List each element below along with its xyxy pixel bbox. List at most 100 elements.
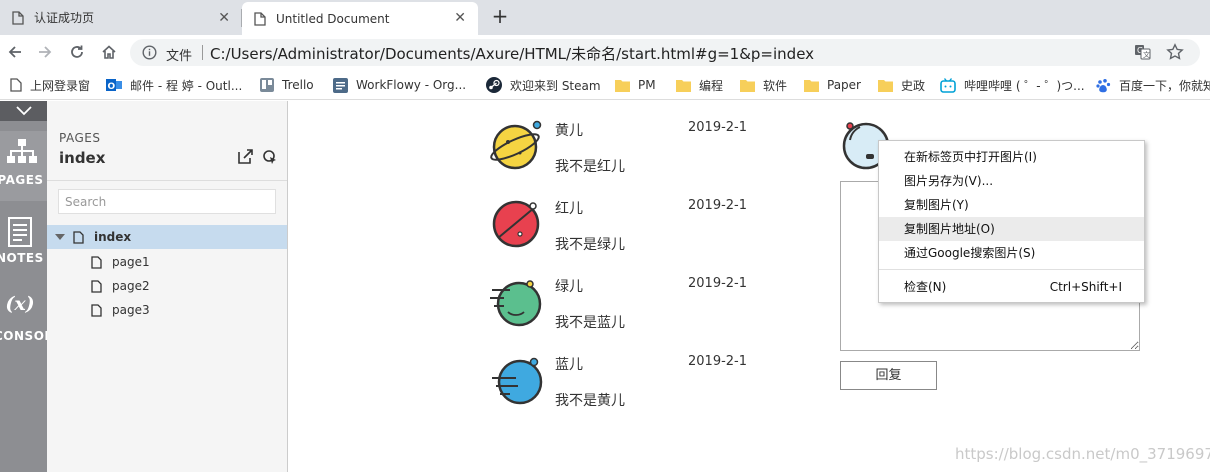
star-icon[interactable] <box>1166 43 1184 61</box>
menu-item-copy-image[interactable]: 复制图片(Y) <box>879 193 1144 217</box>
message-item: 黄儿 2019-2-1 我不是红儿 <box>490 120 790 190</box>
home-icon <box>102 45 116 59</box>
bookmark-label: WorkFlowy - Org... <box>356 78 467 92</box>
bookmark-item[interactable]: PM <box>615 76 656 94</box>
bookmark-item[interactable]: O 邮件 - 程 婷 - Outl... <box>106 76 242 94</box>
rail-label: NOTES <box>0 251 44 265</box>
bookmark-item[interactable]: WorkFlowy - Org... <box>333 76 466 94</box>
bookmark-label: 哔哩哔哩 ( ゜- ゜)つ... <box>964 78 1085 93</box>
page-icon <box>12 10 24 25</box>
folder-icon <box>804 79 819 92</box>
message-author: 蓝儿 <box>555 357 583 373</box>
bookmark-item[interactable]: 编程 <box>676 76 723 94</box>
folder-icon <box>740 79 755 92</box>
caret-down-icon[interactable] <box>55 233 65 241</box>
divider <box>202 45 203 60</box>
menu-item-open-image-new-tab[interactable]: 在新标签页中打开图片(I) <box>879 145 1144 169</box>
menu-item-shortcut: Ctrl+Shift+I <box>1049 280 1122 294</box>
collapse-sidebar-button[interactable] <box>0 101 47 121</box>
locate-icon[interactable] <box>262 149 278 165</box>
blue-planet-icon <box>492 357 543 405</box>
reload-button[interactable] <box>66 41 88 63</box>
notes-icon <box>8 217 32 247</box>
new-tab-button[interactable]: + <box>488 5 512 29</box>
info-icon[interactable] <box>142 45 157 60</box>
current-page-title: index <box>59 149 106 167</box>
message-item: 红儿 2019-2-1 我不是绿儿 <box>490 198 790 268</box>
context-menu: 在新标签页中打开图片(I) 图片另存为(V)... 复制图片(Y) 复制图片地址… <box>878 140 1145 303</box>
message-date: 2019-2-1 <box>688 354 748 369</box>
bookmark-item[interactable]: 百度一下，你就知 <box>1096 76 1210 94</box>
bookmark-label: 百度一下，你就知 <box>1119 78 1210 93</box>
export-icon[interactable] <box>238 149 253 164</box>
tree-item-index[interactable]: index <box>47 225 287 249</box>
workflowy-icon <box>333 77 348 93</box>
svg-text:O: O <box>108 82 116 92</box>
message-author: 绿儿 <box>555 279 583 295</box>
message-date: 2019-2-1 <box>688 120 748 135</box>
tree-label: page3 <box>112 303 150 317</box>
bookmark-item[interactable]: 史政 <box>878 76 925 94</box>
bookmark-item[interactable]: Trello <box>260 76 314 94</box>
bookmark-item[interactable]: 哔哩哔哩 ( ゜- ゜)つ... <box>940 76 1085 94</box>
message-author: 黄儿 <box>555 123 583 139</box>
message-text: 我不是蓝儿 <box>555 315 625 331</box>
rail-notes-button[interactable]: NOTES <box>0 213 47 273</box>
tab-auth-success[interactable]: 认证成功页 ✕ <box>0 0 242 35</box>
reload-icon <box>71 45 83 58</box>
tab-strip: 认证成功页 ✕ Untitled Document ✕ + <box>0 0 1210 35</box>
yellow-planet-icon <box>490 120 542 170</box>
rail-label: PAGES <box>0 173 44 187</box>
rail-console-button[interactable]: (x) CONSOLE <box>0 293 61 353</box>
outlook-icon: O <box>106 79 122 92</box>
home-button[interactable] <box>98 41 120 63</box>
arrow-right-icon <box>39 46 52 58</box>
back-button[interactable] <box>4 41 26 63</box>
message-author: 红儿 <box>555 201 583 217</box>
menu-item-label: 检查(N) <box>904 280 947 294</box>
menu-item-save-image-as[interactable]: 图片另存为(V)... <box>879 169 1144 193</box>
close-icon[interactable]: ✕ <box>454 10 466 26</box>
bookmark-item[interactable]: 欢迎来到 Steam <box>486 76 601 94</box>
divider <box>47 180 287 181</box>
tab-title: Untitled Document <box>276 11 390 26</box>
bookmark-label: PM <box>638 78 656 92</box>
tree-label: index <box>94 230 132 244</box>
chevron-down-icon <box>15 106 32 116</box>
close-icon[interactable]: ✕ <box>218 10 230 26</box>
tab-untitled-document[interactable]: Untitled Document ✕ <box>242 2 478 35</box>
tree-item-page2[interactable]: page2 <box>91 279 150 293</box>
bookmark-item[interactable]: Paper <box>804 76 861 94</box>
url-text[interactable]: C:/Users/Administrator/Documents/Axure/H… <box>210 43 814 64</box>
bookmark-label: 邮件 - 程 婷 - Outl... <box>130 78 243 93</box>
sitemap-panel: PAGES index index page1 page2 page3 <box>47 101 288 472</box>
bookmark-item[interactable]: 上网登录窗 <box>10 76 90 94</box>
browser-toolbar: 文件 C:/Users/Administrator/Documents/Axur… <box>0 35 1210 70</box>
folder-icon <box>878 79 893 92</box>
menu-item-search-google-image[interactable]: 通过Google搜索图片(S) <box>879 241 1144 265</box>
search-input[interactable] <box>58 189 276 214</box>
message-date: 2019-2-1 <box>688 276 748 291</box>
translate-icon[interactable]: G文 <box>1134 44 1151 60</box>
menu-item-inspect[interactable]: 检查(N) Ctrl+Shift+I <box>879 275 1144 299</box>
bookmark-label: Trello <box>282 78 314 92</box>
message-date: 2019-2-1 <box>688 198 748 213</box>
tree-item-page3[interactable]: page3 <box>91 303 150 317</box>
address-bar[interactable]: 文件 C:/Users/Administrator/Documents/Axur… <box>130 39 1200 66</box>
reply-button[interactable]: 回复 <box>840 361 937 390</box>
rail-pages-button[interactable]: PAGES <box>0 131 47 201</box>
bilibili-icon <box>940 77 956 93</box>
bookmark-label: 史政 <box>901 78 926 93</box>
menu-item-copy-image-address[interactable]: 复制图片地址(O) <box>879 217 1144 241</box>
tree-item-page1[interactable]: page1 <box>91 255 150 269</box>
page-icon <box>91 255 102 269</box>
message-text: 我不是绿儿 <box>555 237 625 253</box>
tree-label: page2 <box>112 279 150 293</box>
page-icon <box>10 78 22 92</box>
bookmark-label: 上网登录窗 <box>30 78 91 93</box>
bookmark-item[interactable]: 软件 <box>740 76 787 94</box>
panel-caption: PAGES <box>59 131 101 145</box>
bookmark-label: Paper <box>827 78 861 92</box>
forward-button[interactable] <box>34 41 56 63</box>
tree-label: page1 <box>112 255 150 269</box>
